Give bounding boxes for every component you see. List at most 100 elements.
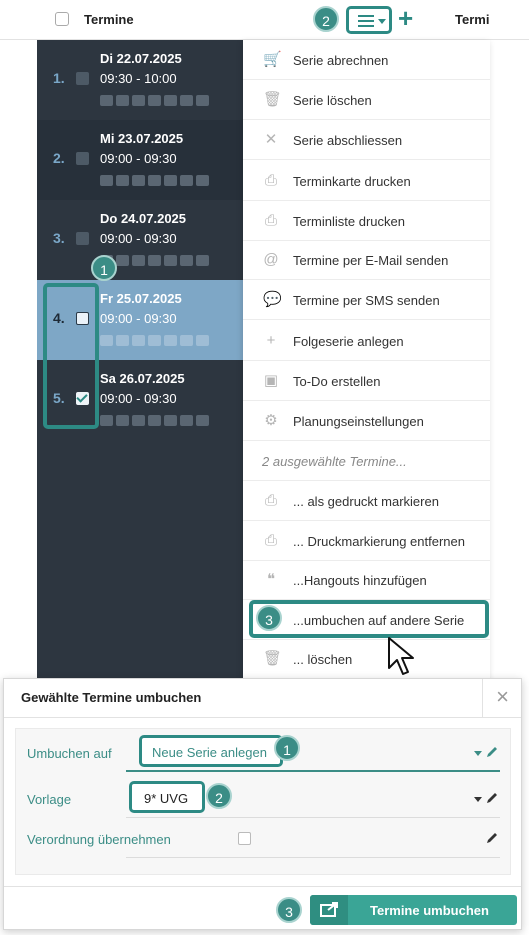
menu-item-terminkarte-drucken[interactable]: ⎙ Terminkarte drucken <box>243 161 490 201</box>
verordnung-checkbox[interactable] <box>238 832 251 845</box>
hamburger-icon <box>358 15 374 27</box>
appointment-checkbox[interactable] <box>76 232 89 245</box>
share-icon <box>310 895 348 925</box>
appointment-checkbox[interactable] <box>76 72 89 85</box>
dialog-form: Umbuchen auf Neue Serie anlegen Vorlage … <box>15 728 511 875</box>
store-icon <box>180 415 193 426</box>
menu-item-terminliste-drucken[interactable]: ⎙ Terminliste drucken <box>243 201 490 241</box>
sms-icon: 💬 <box>263 291 282 308</box>
sms-icon <box>148 255 161 266</box>
mouse-cursor-icon <box>388 637 414 675</box>
block-icon <box>164 175 177 186</box>
menu-item-druckmarkierung-entfernen[interactable]: ⎙... Druckmarkierung entfernen <box>243 521 490 561</box>
store-icon <box>180 95 193 106</box>
menu-item-serie-abrechnen[interactable]: 🛒 Serie abrechnen <box>243 40 490 80</box>
chevron-down-icon[interactable] <box>474 751 482 756</box>
appointment-date: Sa 26.07.2025 <box>100 371 185 386</box>
menu-item-loeschen[interactable]: 🗑... löschen <box>243 639 490 679</box>
umbuchen-auf-label: Umbuchen auf <box>27 746 112 761</box>
print-icon <box>116 95 129 106</box>
print-icon: ⎙ <box>264 492 277 509</box>
appointment-row[interactable]: 2. Mi 23.07.2025 09:00 - 09:30 <box>37 120 243 200</box>
menu-item-email-senden[interactable]: @ Termine per E-Mail senden <box>243 240 490 280</box>
cart-icon: 🛒 <box>263 51 282 68</box>
appointment-row[interactable]: 3. Do 24.07.2025 09:00 - 09:30 <box>37 200 243 280</box>
sms-icon <box>148 415 161 426</box>
menu-item-planungseinstellungen[interactable]: ⚙ Planungseinstellungen <box>243 401 490 441</box>
appointment-date: Fr 25.07.2025 <box>100 291 182 306</box>
menu-item-serie-abschliessen[interactable]: ✕ Serie abschliessen <box>243 120 490 160</box>
appointment-icons <box>100 173 212 187</box>
store-icon <box>180 175 193 186</box>
vorlage-label: Vorlage <box>27 792 72 807</box>
dialog-close-button[interactable]: × <box>482 679 522 717</box>
print-icon: ⎙ <box>264 212 277 229</box>
appointment-time: 09:30 - 10:00 <box>100 71 177 86</box>
video-icon <box>196 335 209 346</box>
close-icon: ✕ <box>264 131 278 148</box>
appointment-time: 09:00 - 09:30 <box>100 231 177 246</box>
dialog-footer-divider <box>4 886 521 887</box>
dialog-title: Gewählte Termine umbuchen <box>21 690 202 705</box>
vorlage-select[interactable]: 9* UVG <box>129 781 205 813</box>
pencil-icon[interactable] <box>485 831 499 845</box>
print-icon <box>116 175 129 186</box>
step-badge-submit: 3 <box>276 897 302 923</box>
step-badge-menu: 2 <box>313 6 339 32</box>
appointment-number: 2. <box>53 150 65 166</box>
menu-item-serie-loeschen[interactable]: 🗑 Serie löschen <box>243 80 490 120</box>
select-all-checkbox[interactable] <box>55 12 69 26</box>
appointment-icons <box>100 93 212 107</box>
field-underline <box>126 817 500 818</box>
video-icon <box>196 175 209 186</box>
plus-icon: + <box>266 332 276 349</box>
print-icon <box>116 415 129 426</box>
menu-item-hangouts-hinzufuegen[interactable]: ❝ ...Hangouts hinzufügen <box>243 560 490 600</box>
step-badge-selection: 1 <box>91 255 117 281</box>
menu-item-folgeserie-anlegen[interactable]: + Folgeserie anlegen <box>243 321 490 361</box>
appointment-row[interactable]: 1. Di 22.07.2025 09:30 - 10:00 <box>37 40 243 120</box>
video-icon <box>196 255 209 266</box>
cloud-icon <box>100 95 113 106</box>
hangouts-icon: ❝ <box>266 571 276 588</box>
field-underline <box>126 857 500 858</box>
appointment-icons <box>100 333 212 347</box>
trash-icon: 🗑 <box>263 91 283 108</box>
add-appointment-button[interactable]: + <box>398 4 413 32</box>
appointment-time: 09:00 - 09:30 <box>100 151 177 166</box>
mail-icon <box>132 335 145 346</box>
caret-down-icon <box>378 19 386 24</box>
appointment-checkbox[interactable] <box>76 152 89 165</box>
print-icon <box>116 255 129 266</box>
video-icon <box>196 95 209 106</box>
sms-icon <box>148 175 161 186</box>
print-icon <box>116 335 129 346</box>
gear-icon: ⚙ <box>264 412 278 429</box>
menu-item-als-gedruckt-markieren[interactable]: ⎙... als gedruckt markieren <box>243 481 490 521</box>
todo-icon: ▣ <box>263 372 279 389</box>
cloud-icon <box>100 335 113 346</box>
block-icon <box>164 255 177 266</box>
umbuchen-auf-select[interactable]: Neue Serie anlegen <box>139 735 283 767</box>
menu-section-header: 2 ausgewählte Termine... <box>243 441 490 481</box>
appointment-number: 3. <box>53 230 65 246</box>
pencil-icon[interactable] <box>485 745 499 759</box>
mail-icon <box>132 175 145 186</box>
appointment-date: Di 22.07.2025 <box>100 51 182 66</box>
appointment-date: Do 24.07.2025 <box>100 211 187 226</box>
block-icon <box>164 335 177 346</box>
at-icon: @ <box>263 251 279 268</box>
chevron-down-icon[interactable] <box>474 797 482 802</box>
sms-icon <box>148 335 161 346</box>
actions-dropdown-menu: 🛒 Serie abrechnen 🗑 Serie löschen ✕ Serie a… <box>243 40 490 680</box>
selection-highlight <box>43 283 99 429</box>
header-title: Termine <box>84 12 134 27</box>
termine-umbuchen-button[interactable]: Termine umbuchen <box>310 895 517 925</box>
actions-menu-button[interactable] <box>346 6 392 34</box>
menu-item-sms-senden[interactable]: 💬 Termine per SMS senden <box>243 280 490 320</box>
menu-item-todo-erstellen[interactable]: ▣ To-Do erstellen <box>243 361 490 401</box>
block-icon <box>164 415 177 426</box>
row-verordnung: Verordnung übernehmen <box>16 820 510 858</box>
pencil-icon[interactable] <box>485 791 499 805</box>
umbuchen-dialog: Gewählte Termine umbuchen × Umbuchen auf… <box>3 678 522 930</box>
